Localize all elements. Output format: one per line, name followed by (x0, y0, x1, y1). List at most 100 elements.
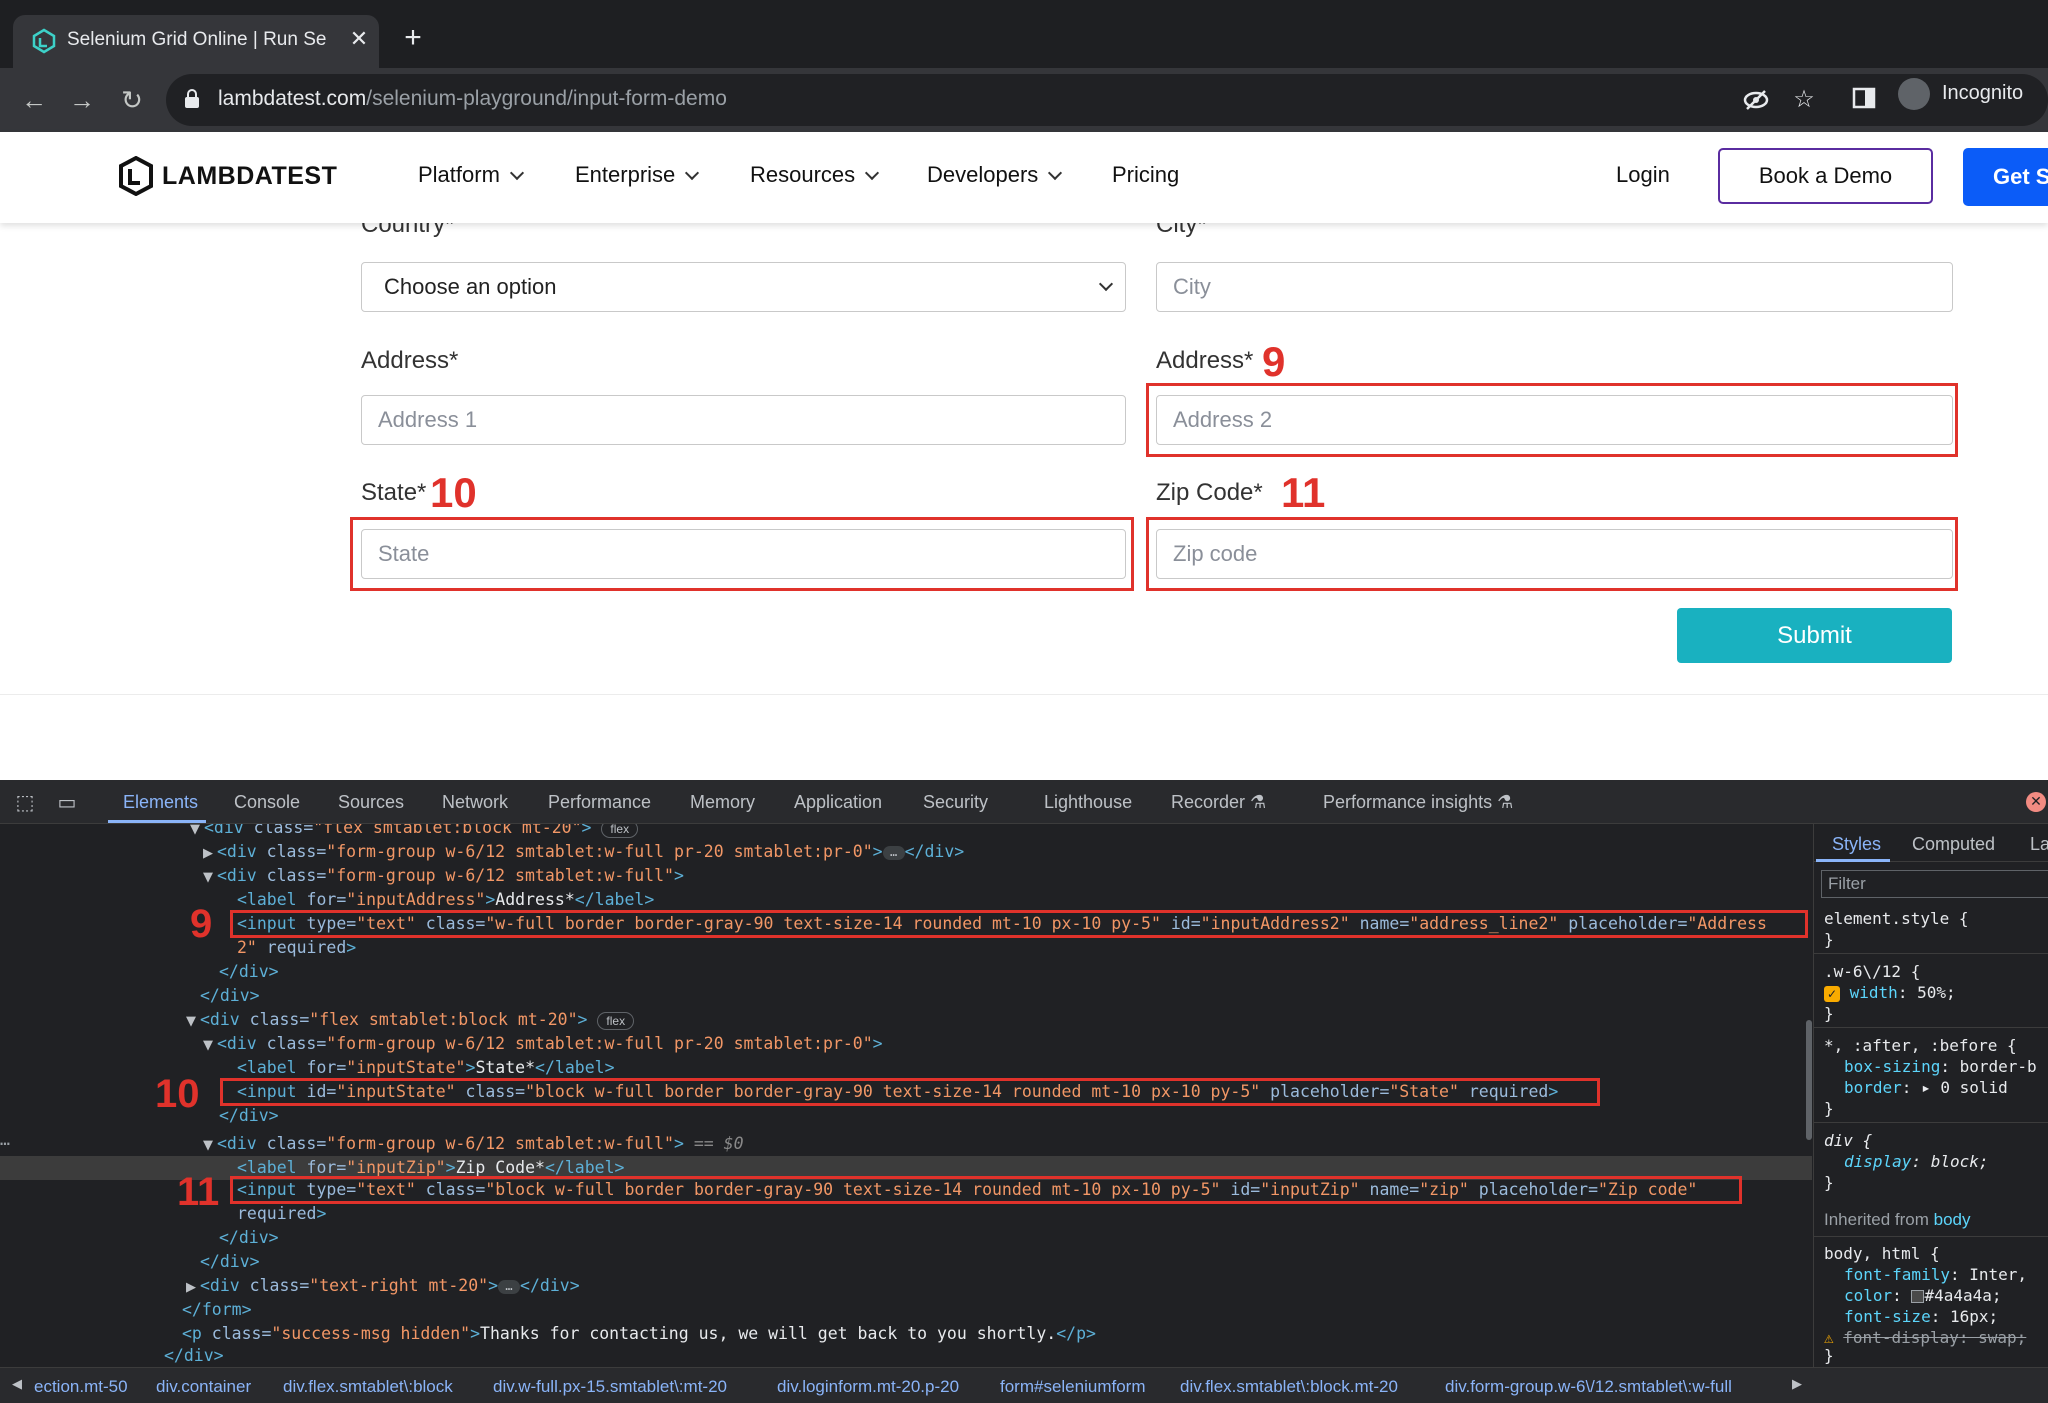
nav-platform[interactable]: Platform (418, 162, 524, 188)
warning-icon: ⚠ (1824, 1328, 1834, 1347)
dom-node[interactable]: </div> (219, 960, 279, 984)
submit-button[interactable]: Submit (1677, 608, 1952, 663)
styles-pane: Styles Computed La Filter element.style … (1813, 824, 2048, 1367)
tab-layout[interactable]: La (2030, 834, 2048, 855)
tab-lighthouse[interactable]: Lighthouse (1044, 792, 1132, 813)
country-select[interactable]: Choose an option (361, 262, 1126, 312)
tab-elements[interactable]: Elements (123, 792, 198, 813)
page-divider (0, 694, 2048, 695)
tab-console[interactable]: Console (234, 792, 300, 813)
tracking-blocked-icon[interactable] (1742, 86, 1770, 114)
reload-icon[interactable]: ↻ (114, 82, 150, 118)
nav-pricing[interactable]: Pricing (1112, 162, 1179, 188)
device-toolbar-icon[interactable]: ▭ (54, 790, 80, 814)
dom-node[interactable]: </form> (182, 1298, 252, 1322)
dom-node[interactable]: <label for="inputState">State*</label> (237, 1056, 615, 1080)
tab-sources[interactable]: Sources (338, 792, 404, 813)
nav-enterprise[interactable]: Enterprise (575, 162, 700, 188)
chevron-down-icon (865, 165, 880, 181)
dom-node[interactable]: ▼ <div class="flex smtablet:block mt-20">… (190, 824, 639, 840)
tab-network[interactable]: Network (442, 792, 508, 813)
tab-styles[interactable]: Styles (1832, 834, 1881, 855)
style-rule-close: } (1824, 1099, 1834, 1118)
dom-node[interactable]: ▶ <div class="form-group w-6/12 smtablet:… (203, 840, 964, 864)
city-input[interactable]: City (1156, 262, 1953, 312)
annotation-number: 9 (1262, 338, 1286, 385)
dom-node[interactable]: <p class="success-msg hidden">Thanks for… (182, 1322, 1096, 1346)
incognito-profile[interactable]: Incognito (1894, 74, 2048, 114)
new-tab-icon[interactable]: + (398, 23, 428, 54)
style-declaration[interactable]: box-sizing: border-b (1844, 1057, 2037, 1077)
highlight-box-zip (1146, 517, 1958, 591)
lambdatest-favicon-icon (32, 28, 56, 54)
node-menu-icon[interactable]: ⋯ (0, 1132, 10, 1156)
breadcrumb-scroll-left-icon[interactable]: ◀ (12, 1377, 22, 1392)
state-label: State* (361, 479, 427, 506)
dom-node[interactable]: </div> (219, 1104, 279, 1128)
get-started-button[interactable]: Get S (1963, 148, 2048, 206)
tab-security[interactable]: Security (923, 792, 988, 813)
dom-node[interactable]: </div> (219, 1226, 279, 1250)
checkbox-checked-icon[interactable]: ✓ (1824, 985, 1840, 1002)
style-declaration[interactable]: font-family: Inter, (1844, 1265, 2027, 1285)
address1-input[interactable]: Address 1 (361, 395, 1126, 445)
address-bar[interactable]: lambdatest.com/selenium-playground/input… (166, 74, 2048, 126)
style-rule-selector: .w-6\/12 { (1824, 962, 1921, 981)
tab-performance[interactable]: Performance (548, 792, 651, 813)
annotation-number: 10 (430, 469, 477, 516)
browser-tab[interactable]: Selenium Grid Online | Run Se ✕ (13, 15, 379, 68)
login-link[interactable]: Login (1616, 162, 1670, 188)
devtools-tab-bar: ⬚ ▭ Elements Console Sources Network Per… (0, 780, 2048, 824)
chevron-down-icon (1048, 165, 1063, 181)
nav-developers[interactable]: Developers (927, 162, 1063, 188)
error-badge-icon[interactable]: ✕ (2026, 792, 2046, 812)
side-panel-icon[interactable] (1850, 86, 1878, 114)
breadcrumb-scroll-right-icon[interactable]: ▶ (1792, 1377, 1802, 1392)
tab-memory[interactable]: Memory (690, 792, 755, 813)
style-declaration-invalid[interactable]: ⚠ font-display: swap; (1824, 1328, 2026, 1348)
tab-computed[interactable]: Computed (1912, 834, 1995, 855)
color-swatch[interactable] (1911, 1290, 1925, 1303)
style-declaration[interactable]: border: ▸ 0 solid (1844, 1078, 2008, 1098)
browser-tab-strip: Selenium Grid Online | Run Se ✕ + (0, 0, 2048, 68)
dom-node[interactable]: </div> (200, 984, 260, 1008)
inspect-element-icon[interactable]: ⬚ (12, 790, 38, 814)
dom-node-selected[interactable]: ▼ <div class="form-group w-6/12 smtablet:… (203, 1132, 744, 1156)
dom-node[interactable]: </div> (200, 1250, 260, 1274)
breadcrumb-item[interactable]: form#seleniumform (1000, 1377, 1146, 1397)
tab-application[interactable]: Application (794, 792, 882, 813)
lambdatest-logo[interactable]: LAMBDATEST (118, 156, 358, 196)
bookmark-star-icon[interactable]: ☆ (1790, 86, 1818, 114)
styles-filter-input[interactable]: Filter (1821, 870, 2048, 898)
breadcrumb-item[interactable]: div.form-group.w-6\/12.smtablet\:w-full (1445, 1377, 1732, 1397)
style-declaration[interactable]: color: #4a4a4a; (1844, 1286, 2002, 1306)
incognito-icon (1898, 78, 1930, 110)
breadcrumb-item[interactable]: div.w-full.px-15.smtablet\:mt-20 (493, 1377, 727, 1397)
style-declaration[interactable]: ✓ width: 50%; (1824, 983, 1956, 1003)
dom-node[interactable]: ▼ <div class="form-group w-6/12 smtablet:… (203, 1032, 883, 1056)
breadcrumb-item[interactable]: div.flex.smtablet\:block (283, 1377, 453, 1397)
style-rule-selector: div { (1824, 1131, 1873, 1150)
book-demo-button[interactable]: Book a Demo (1718, 148, 1933, 204)
highlight-box-zip-code (230, 1176, 1742, 1204)
tab-performance-insights[interactable]: Performance insights ⚗ (1323, 792, 1513, 813)
url-text: lambdatest.com/selenium-playground/input… (218, 87, 727, 110)
style-declaration[interactable]: font-size: 16px; (1844, 1307, 1998, 1327)
dom-node[interactable]: <label for="inputAddress">Address*</labe… (237, 888, 654, 912)
back-icon[interactable]: ← (16, 82, 52, 118)
dom-node[interactable]: ▶ <div class="text-right mt-20">… </div> (186, 1274, 580, 1298)
dom-node[interactable]: ▼ <div class="form-group w-6/12 smtablet:… (203, 864, 684, 888)
breadcrumb-item[interactable]: ection.mt-50 (34, 1377, 128, 1397)
nav-resources[interactable]: Resources (750, 162, 880, 188)
breadcrumb-item[interactable]: div.container (156, 1377, 251, 1397)
breadcrumb-item[interactable]: div.flex.smtablet\:block.mt-20 (1180, 1377, 1398, 1397)
tab-recorder[interactable]: Recorder ⚗ (1171, 792, 1266, 813)
flask-icon: ⚗ (1497, 792, 1514, 812)
forward-icon[interactable]: → (64, 82, 100, 118)
dom-node[interactable]: </div> (164, 1344, 224, 1367)
vertical-scrollbar[interactable] (1806, 1020, 1812, 1140)
breadcrumb-item[interactable]: div.loginform.mt-20.p-20 (777, 1377, 959, 1397)
rule-separator (1814, 1122, 2048, 1123)
tab-close-icon[interactable]: ✕ (345, 25, 373, 53)
dom-node[interactable]: ▼ <div class="flex smtablet:block mt-20">… (186, 1008, 635, 1032)
